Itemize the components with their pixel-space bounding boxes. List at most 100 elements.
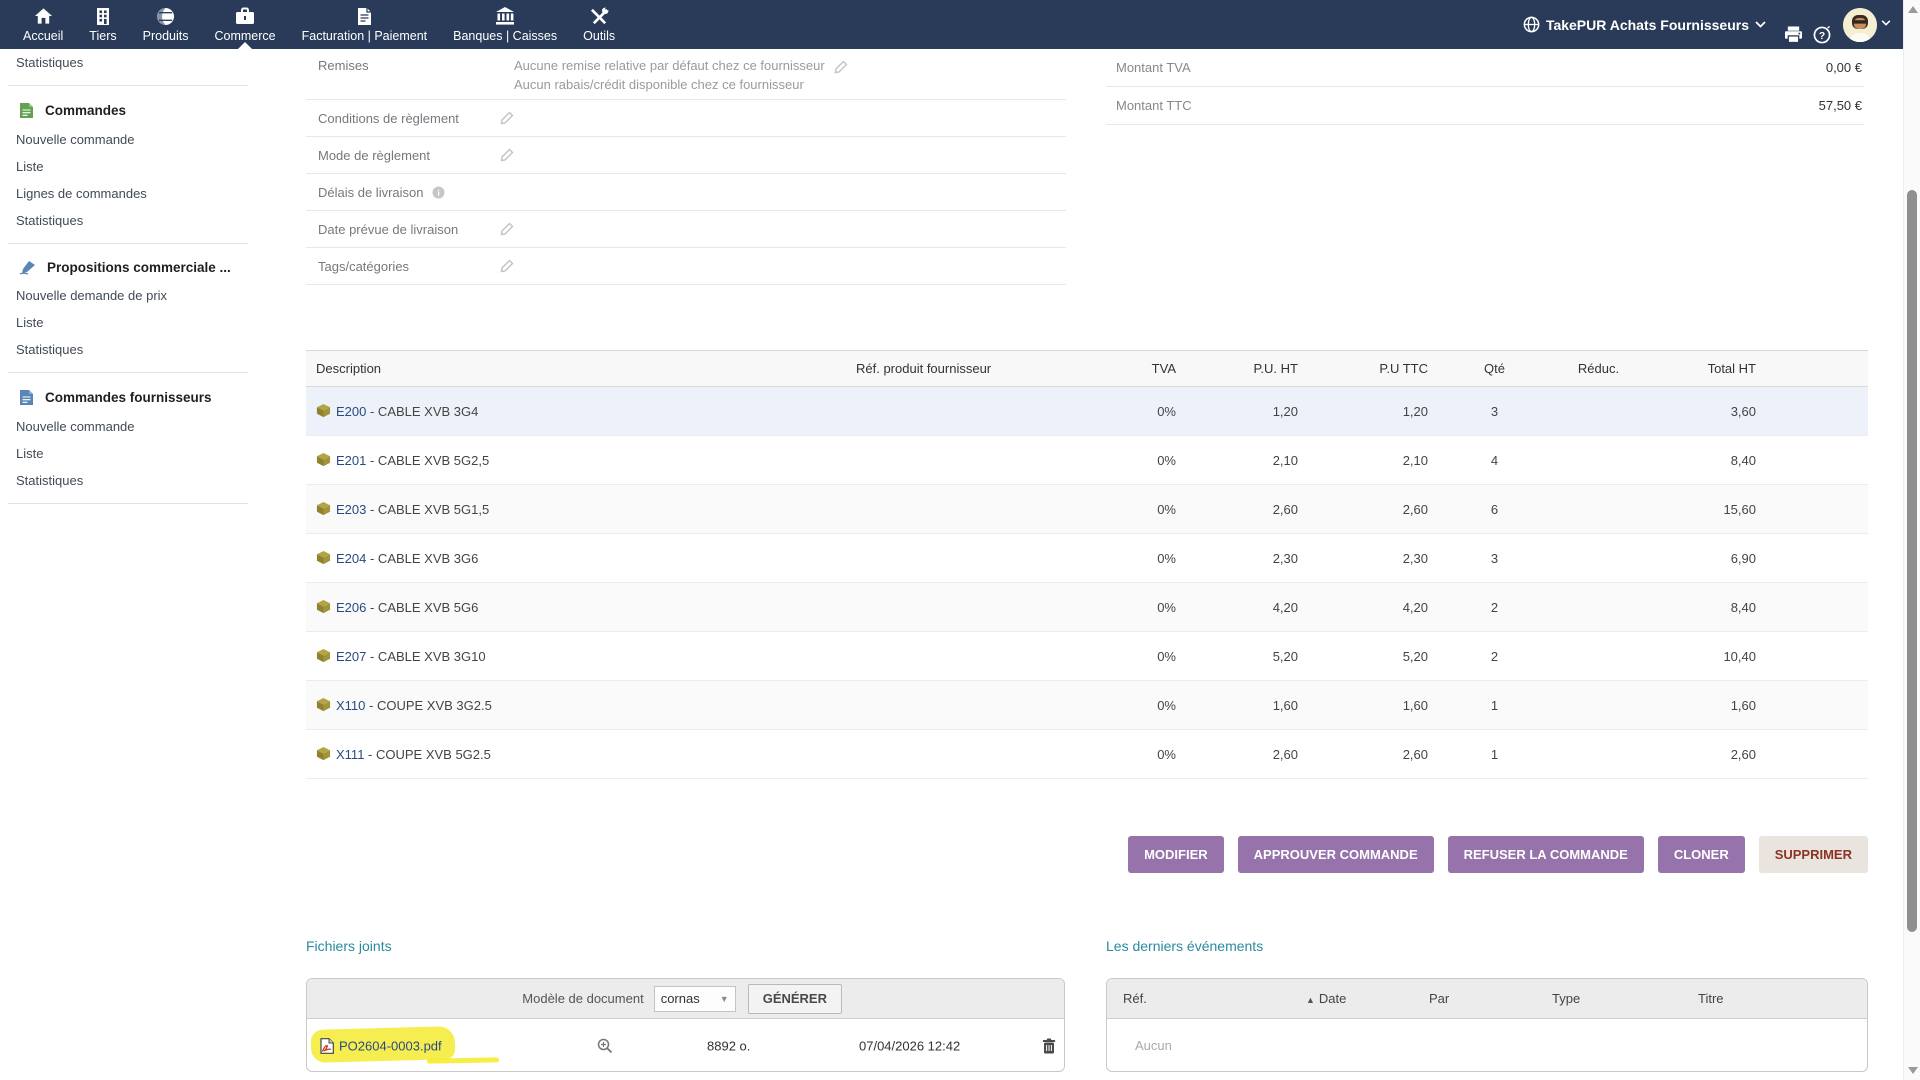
nav-item-tiers[interactable]: Tiers bbox=[76, 0, 129, 49]
nav-item-produits[interactable]: Produits bbox=[130, 0, 202, 49]
col-tva[interactable]: TVA bbox=[1096, 351, 1186, 387]
cell-reduc bbox=[1551, 387, 1646, 436]
table-row: X111 - COUPE XVB 5G2.5 0% 2,60 2,60 1 2,… bbox=[306, 730, 1868, 779]
events-col-ref[interactable]: Réf. bbox=[1123, 991, 1306, 1006]
sidebar-item-nouvelle-demande-de-prix[interactable]: Nouvelle demande de prix bbox=[0, 282, 256, 309]
events-header-row: Réf. ▲Date Par Type Titre bbox=[1107, 979, 1867, 1019]
sidebar-section-commandes-fournisseurs[interactable]: Commandes fournisseurs bbox=[0, 382, 256, 413]
cell-reduc bbox=[1551, 485, 1646, 534]
vertical-scrollbar[interactable] bbox=[1903, 0, 1920, 1080]
info-icon: i bbox=[432, 186, 445, 199]
col-pu-ht[interactable]: P.U. HT bbox=[1186, 351, 1308, 387]
modifier-button[interactable]: MODIFIER bbox=[1128, 836, 1224, 873]
edit-pencil-icon[interactable] bbox=[500, 111, 514, 125]
sidebar-item-liste[interactable]: Liste bbox=[0, 440, 256, 467]
events-col-type[interactable]: Type bbox=[1552, 991, 1698, 1006]
cell-qte: 2 bbox=[1438, 583, 1551, 632]
yellow-highlight-underline bbox=[427, 1057, 499, 1063]
document-model-select[interactable]: cornas ▼ bbox=[654, 986, 736, 1012]
col-qte[interactable]: Qté bbox=[1438, 351, 1551, 387]
product-cube-icon bbox=[316, 403, 331, 418]
product-ref-link[interactable]: E204 bbox=[336, 551, 366, 566]
file-date: 07/04/2026 12:42 bbox=[859, 1038, 960, 1053]
supprimer-button[interactable]: SUPPRIMER bbox=[1759, 836, 1868, 873]
product-ref-link[interactable]: E200 bbox=[336, 404, 366, 419]
cell-pu-ttc: 2,30 bbox=[1308, 534, 1438, 583]
preview-magnifier-icon[interactable] bbox=[597, 1038, 613, 1054]
refuser-commande-button[interactable]: REFUSER LA COMMANDE bbox=[1448, 836, 1644, 873]
sidebar-item-liste[interactable]: Liste bbox=[0, 309, 256, 336]
sidebar-item-statistiques[interactable]: Statistiques bbox=[0, 207, 256, 234]
table-row: E206 - CABLE XVB 5G6 0% 4,20 4,20 2 8,40 bbox=[306, 583, 1868, 632]
sidebar-item-statistiques-top[interactable]: Statistiques bbox=[0, 49, 256, 76]
product-ref-link[interactable]: E201 bbox=[336, 453, 366, 468]
cell-reduc bbox=[1551, 583, 1646, 632]
product-label: - COUPE XVB 3G2.5 bbox=[365, 698, 491, 713]
pdf-file-icon bbox=[320, 1038, 334, 1054]
edit-pencil-icon[interactable] bbox=[500, 148, 514, 162]
nav-item-commerce[interactable]: Commerce bbox=[201, 0, 288, 49]
sidebar-separator bbox=[8, 243, 248, 244]
product-ref-link[interactable]: E207 bbox=[336, 649, 366, 664]
field-row-delais-livraison: Délais de livraison i bbox=[306, 174, 1066, 211]
cell-pu-ht: 2,30 bbox=[1186, 534, 1308, 583]
scrollbar-down-arrow-icon[interactable] bbox=[1908, 1067, 1918, 1074]
field-row-conditions-reglement: Conditions de règlement bbox=[306, 100, 1066, 137]
col-total-ht[interactable]: Total HT bbox=[1646, 351, 1766, 387]
edit-pencil-icon[interactable] bbox=[500, 222, 514, 236]
events-col-par[interactable]: Par bbox=[1429, 991, 1552, 1006]
col-reduc[interactable]: Réduc. bbox=[1551, 351, 1646, 387]
left-sidebar: Statistiques Commandes Nouvelle commande… bbox=[0, 49, 256, 513]
product-cube-icon bbox=[316, 697, 331, 712]
delete-file-trash-icon[interactable] bbox=[1042, 1038, 1056, 1054]
product-ref-link[interactable]: E206 bbox=[336, 600, 366, 615]
scrollbar-thumb[interactable] bbox=[1907, 190, 1917, 932]
cell-ref-fournisseur bbox=[846, 436, 1096, 485]
col-description[interactable]: Description bbox=[306, 351, 846, 387]
col-pu-ttc[interactable]: P.U TTC bbox=[1308, 351, 1438, 387]
sort-asc-icon: ▲ bbox=[1306, 995, 1315, 1005]
user-avatar[interactable] bbox=[1843, 8, 1877, 42]
cloner-button[interactable]: CLONER bbox=[1658, 836, 1745, 873]
product-ref-link[interactable]: E203 bbox=[336, 502, 366, 517]
cell-ref-fournisseur bbox=[846, 583, 1096, 632]
nav-item-accueil[interactable]: Accueil bbox=[10, 0, 76, 49]
approuver-commande-button[interactable]: APPROUVER COMMANDE bbox=[1238, 836, 1434, 873]
cell-pu-ht: 2,10 bbox=[1186, 436, 1308, 485]
file-name-link[interactable]: PO2604-0003.pdf bbox=[339, 1038, 442, 1053]
cell-qte: 4 bbox=[1438, 436, 1551, 485]
events-col-date[interactable]: ▲Date bbox=[1306, 991, 1429, 1006]
edit-pencil-icon[interactable] bbox=[500, 259, 514, 273]
sidebar-item-liste[interactable]: Liste bbox=[0, 153, 256, 180]
edit-pencil-icon[interactable] bbox=[834, 60, 848, 74]
scrollbar-up-arrow-icon[interactable] bbox=[1908, 6, 1918, 13]
sidebar-section-propositions[interactable]: Propositions commerciale ... bbox=[0, 253, 256, 282]
user-menu-chevron-icon[interactable] bbox=[1881, 20, 1891, 26]
help-icon[interactable]: ? bbox=[1813, 26, 1831, 44]
topbar-right-tools: TakePUR Achats Fournisseurs ? bbox=[1513, 0, 1903, 49]
events-col-titre[interactable]: Titre bbox=[1698, 991, 1867, 1006]
product-ref-link[interactable]: X110 bbox=[336, 698, 365, 713]
total-label: Montant TVA bbox=[1116, 60, 1191, 75]
product-ref-link[interactable]: X111 bbox=[336, 747, 364, 762]
generer-button[interactable]: GÉNÉRER bbox=[748, 984, 842, 1014]
print-icon[interactable] bbox=[1784, 26, 1803, 43]
sidebar-item-lignes-de-commandes[interactable]: Lignes de commandes bbox=[0, 180, 256, 207]
entity-name[interactable]: TakePUR Achats Fournisseurs bbox=[1546, 17, 1749, 33]
nav-item-banques[interactable]: Banques | Caisses bbox=[440, 0, 570, 49]
sidebar-item-nouvelle-commande[interactable]: Nouvelle commande bbox=[0, 126, 256, 153]
sidebar-item-statistiques[interactable]: Statistiques bbox=[0, 467, 256, 494]
select-caret-icon: ▼ bbox=[720, 994, 729, 1004]
sidebar-section-commandes[interactable]: Commandes bbox=[0, 95, 256, 126]
total-row-tva: Montant TVA 0,00 € bbox=[1106, 49, 1864, 87]
sidebar-item-nouvelle-commande[interactable]: Nouvelle commande bbox=[0, 413, 256, 440]
chevron-down-icon[interactable] bbox=[1755, 21, 1766, 28]
col-ref-fournisseur[interactable]: Réf. produit fournisseur bbox=[846, 351, 1096, 387]
cell-qte: 3 bbox=[1438, 387, 1551, 436]
cell-reduc bbox=[1551, 632, 1646, 681]
field-label: Remises bbox=[318, 56, 514, 73]
nav-item-facturation[interactable]: Facturation | Paiement bbox=[289, 0, 441, 49]
nav-item-outils[interactable]: Outils bbox=[570, 0, 628, 49]
cell-ref-fournisseur bbox=[846, 681, 1096, 730]
sidebar-item-statistiques[interactable]: Statistiques bbox=[0, 336, 256, 363]
